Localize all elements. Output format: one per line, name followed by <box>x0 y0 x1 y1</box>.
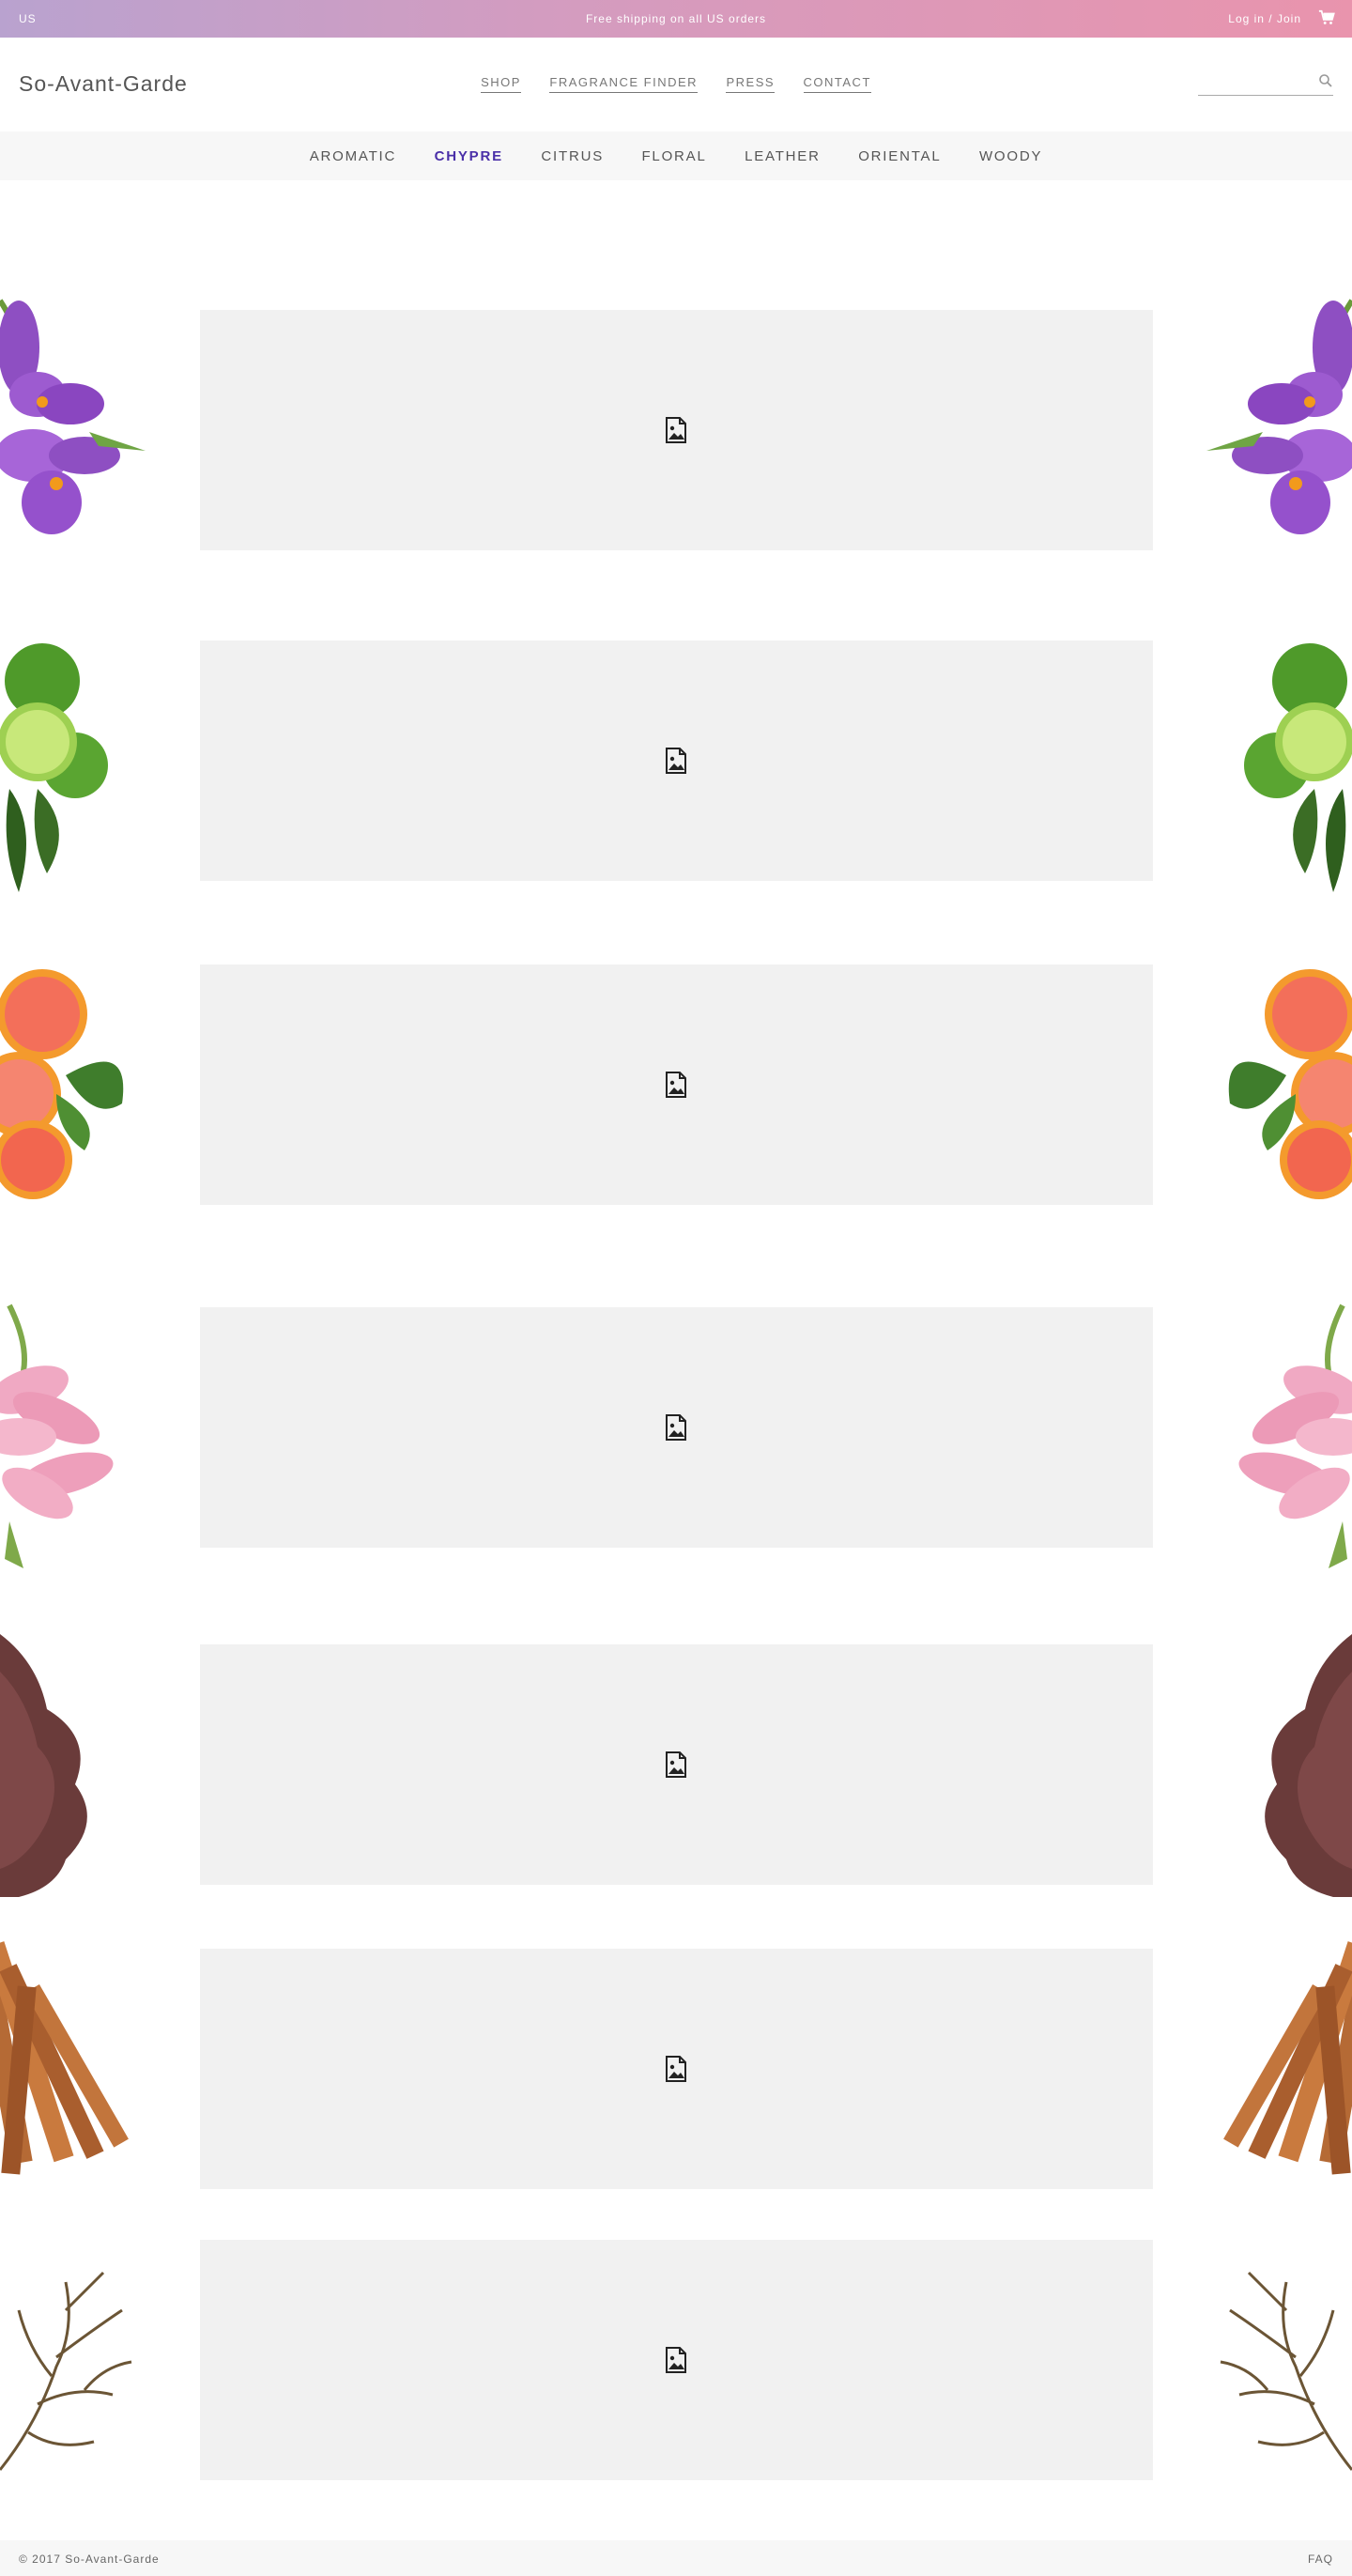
product-image-placeholder[interactable] <box>200 1307 1153 1548</box>
leather-image <box>0 1634 160 1916</box>
category-leather[interactable]: LEATHER <box>745 148 821 164</box>
top-banner: US Free shipping on all US orders Log in… <box>0 0 1352 38</box>
login-join-link[interactable]: Log in / Join <box>1228 12 1301 25</box>
category-floral[interactable]: FLORAL <box>641 148 706 164</box>
category-oriental[interactable]: ORIENTAL <box>858 148 941 164</box>
product-image-placeholder[interactable] <box>200 964 1153 1205</box>
broken-image-icon <box>665 748 687 774</box>
pink-lily-image <box>0 1287 160 1568</box>
faq-link[interactable]: FAQ <box>1308 2553 1333 2566</box>
dry-branch-image <box>1192 2254 1352 2536</box>
dry-branch-image <box>0 2254 160 2536</box>
grapefruit-image <box>1192 963 1352 1244</box>
broken-image-icon <box>665 2056 687 2082</box>
product-image-placeholder[interactable] <box>200 1949 1153 2189</box>
nav-press[interactable]: PRESS <box>726 75 776 93</box>
cinnamon-sticks-image <box>0 1930 160 2212</box>
lime-image <box>0 639 160 920</box>
site-footer: © 2017 So-Avant-Garde FAQ <box>0 2540 1352 2576</box>
broken-image-icon <box>665 1751 687 1778</box>
cart-icon[interactable] <box>1318 9 1335 26</box>
nav-fragrance-finder[interactable]: FRAGRANCE FINDER <box>549 75 699 93</box>
search-box <box>1198 69 1333 96</box>
broken-image-icon <box>665 1072 687 1098</box>
product-image-placeholder[interactable] <box>200 310 1153 550</box>
pink-lily-image <box>1192 1287 1352 1568</box>
crocus-flower-image <box>1192 291 1352 573</box>
search-icon[interactable] <box>1318 73 1333 88</box>
nav-shop[interactable]: SHOP <box>481 75 521 93</box>
category-woody[interactable]: WOODY <box>979 148 1042 164</box>
product-image-placeholder[interactable] <box>200 1644 1153 1885</box>
shipping-notice: Free shipping on all US orders <box>585 12 767 25</box>
broken-image-icon <box>665 1414 687 1441</box>
product-image-placeholder[interactable] <box>200 2240 1153 2480</box>
category-citrus[interactable]: CITRUS <box>541 148 604 164</box>
nav-contact[interactable]: CONTACT <box>803 75 871 93</box>
category-chypre[interactable]: CHYPRE <box>435 148 503 164</box>
broken-image-icon <box>665 2347 687 2373</box>
site-header: So-Avant-Garde SHOP FRAGRANCE FINDER PRE… <box>0 38 1352 131</box>
crocus-flower-image <box>0 291 160 573</box>
category-nav: AROMATIC CHYPRE CITRUS FLORAL LEATHER OR… <box>0 131 1352 180</box>
main-nav: SHOP FRAGRANCE FINDER PRESS CONTACT <box>0 74 1352 93</box>
category-aromatic[interactable]: AROMATIC <box>310 148 396 164</box>
grapefruit-image <box>0 963 160 1244</box>
broken-image-icon <box>665 417 687 443</box>
product-image-placeholder[interactable] <box>200 640 1153 881</box>
cinnamon-sticks-image <box>1192 1930 1352 2212</box>
copyright-text: © 2017 So-Avant-Garde <box>19 2553 160 2566</box>
lime-image <box>1192 639 1352 920</box>
search-input[interactable] <box>1198 69 1309 94</box>
leather-image <box>1192 1634 1352 1916</box>
